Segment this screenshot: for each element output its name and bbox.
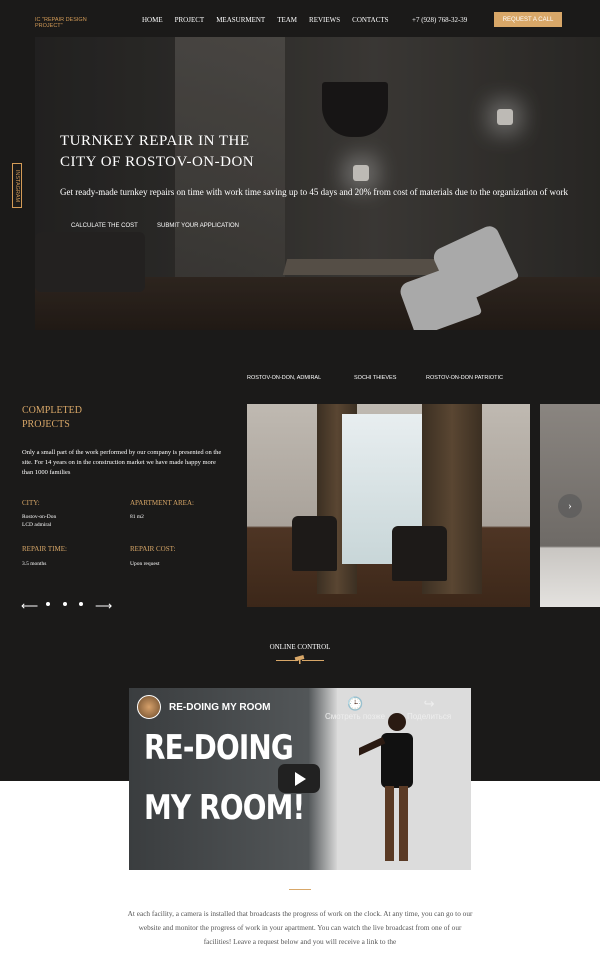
logo[interactable]: IC "REPAIR DESIGN PROJECT" — [35, 17, 105, 29]
area-value: 81 m2 — [130, 514, 144, 520]
hero-title: TURNKEY REPAIR IN THE CITY OF ROSTOV-ON-… — [60, 131, 254, 173]
instagram-link[interactable]: INSTAGRAM — [12, 163, 22, 208]
instagram-label: INSTAGRAM — [14, 169, 20, 202]
tab-rostov-patriotic[interactable]: ROSTOV-ON-DON PATRIOTIC — [426, 375, 503, 381]
watch-later-label: Смотреть позже — [325, 712, 386, 721]
phone-number[interactable]: +7 (928) 768-32-39 — [412, 16, 467, 24]
completed-projects-title: COMPLETED PROJECTS — [22, 404, 82, 432]
next-arrow-icon[interactable]: ⟶ — [95, 599, 112, 614]
watch-later-button[interactable]: 🕒 Смотреть позже — [325, 696, 385, 721]
hero-banner: TURNKEY REPAIR IN THE CITY OF ROSTOV-ON-… — [35, 37, 600, 330]
city-label: CITY: — [22, 499, 40, 507]
nav-project[interactable]: PROJECT — [175, 16, 205, 24]
project-photo-main — [247, 404, 530, 607]
gold-divider — [289, 889, 311, 890]
nav-contacts[interactable]: CONTACTS — [352, 16, 388, 24]
request-call-button[interactable]: REQUEST A CALL — [494, 12, 562, 27]
area-label: APARTMENT AREA: — [130, 499, 194, 507]
video-thumb-person — [359, 713, 413, 861]
nav-home[interactable]: HOME — [142, 16, 163, 24]
play-button[interactable] — [278, 764, 320, 793]
hero-title-line1: TURNKEY REPAIR IN THE — [60, 133, 250, 149]
repair-time-label: REPAIR TIME: — [22, 545, 67, 553]
slider-next-button[interactable]: › — [558, 494, 582, 518]
prev-arrow-icon[interactable]: ⟵ — [21, 599, 38, 614]
submit-application-link[interactable]: SUBMIT YOUR APPLICATION — [157, 223, 239, 229]
cp-title-line1: COMPLETED — [22, 405, 82, 416]
tab-rostov-admiral[interactable]: ROSTOV-ON-DON, ADMIRAL — [247, 375, 321, 381]
nav-team[interactable]: TEAM — [277, 16, 297, 24]
repair-cost-value: Upon request — [130, 561, 160, 567]
online-control-description: At each facility, a camera is installed … — [127, 909, 473, 946]
share-button[interactable]: ↪ Поделиться — [407, 696, 451, 721]
city-value: Rostov-on-Don LCD admiral — [22, 513, 56, 529]
slider-dot[interactable] — [63, 602, 67, 606]
calculate-cost-link[interactable]: CALCULATE THE COST — [71, 223, 138, 229]
channel-avatar[interactable] — [137, 695, 161, 719]
video-title[interactable]: RE-DOING MY ROOM — [169, 702, 270, 713]
camera-icon — [294, 655, 305, 664]
clock-icon: 🕒 — [346, 696, 364, 711]
hero-title-line2: CITY OF ROSTOV-ON-DON — [60, 154, 255, 170]
slider-dot[interactable] — [79, 602, 83, 606]
share-label: Поделиться — [407, 712, 452, 721]
photo-chair — [392, 526, 447, 581]
nav-measurment[interactable]: MEASURMENT — [216, 16, 265, 24]
city-value-line2: LCD admiral — [22, 522, 52, 528]
city-value-line1: Rostov-on-Don — [22, 514, 57, 520]
video-player[interactable]: RE-DOING MY ROOM 🕒 Смотреть позже ↪ Поде… — [129, 688, 471, 870]
cp-title-line2: PROJECTS — [22, 419, 70, 430]
share-icon: ↪ — [423, 696, 435, 711]
photo-chair — [292, 516, 337, 571]
tab-sochi-thieves[interactable]: SOCHI THIEVES — [354, 375, 396, 381]
video-big-text-line2: MY ROOM! — [144, 788, 305, 828]
slider-dot[interactable] — [46, 602, 50, 606]
repair-cost-label: REPAIR COST: — [130, 545, 176, 553]
completed-projects-text: Only a small part of the work performed … — [22, 449, 222, 476]
repair-time-value: 3.5 months — [22, 561, 47, 567]
hero-subtitle: Get ready-made turnkey repairs on time w… — [60, 187, 568, 197]
hero-overlay — [35, 37, 600, 330]
nav-reviews[interactable]: REVIEWS — [309, 16, 340, 24]
main-nav: HOME PROJECT MEASURMENT TEAM REVIEWS CON… — [142, 16, 401, 24]
video-big-text-line1: RE-DOING — [144, 728, 294, 768]
online-control-title: ONLINE CONTROL — [269, 643, 331, 651]
